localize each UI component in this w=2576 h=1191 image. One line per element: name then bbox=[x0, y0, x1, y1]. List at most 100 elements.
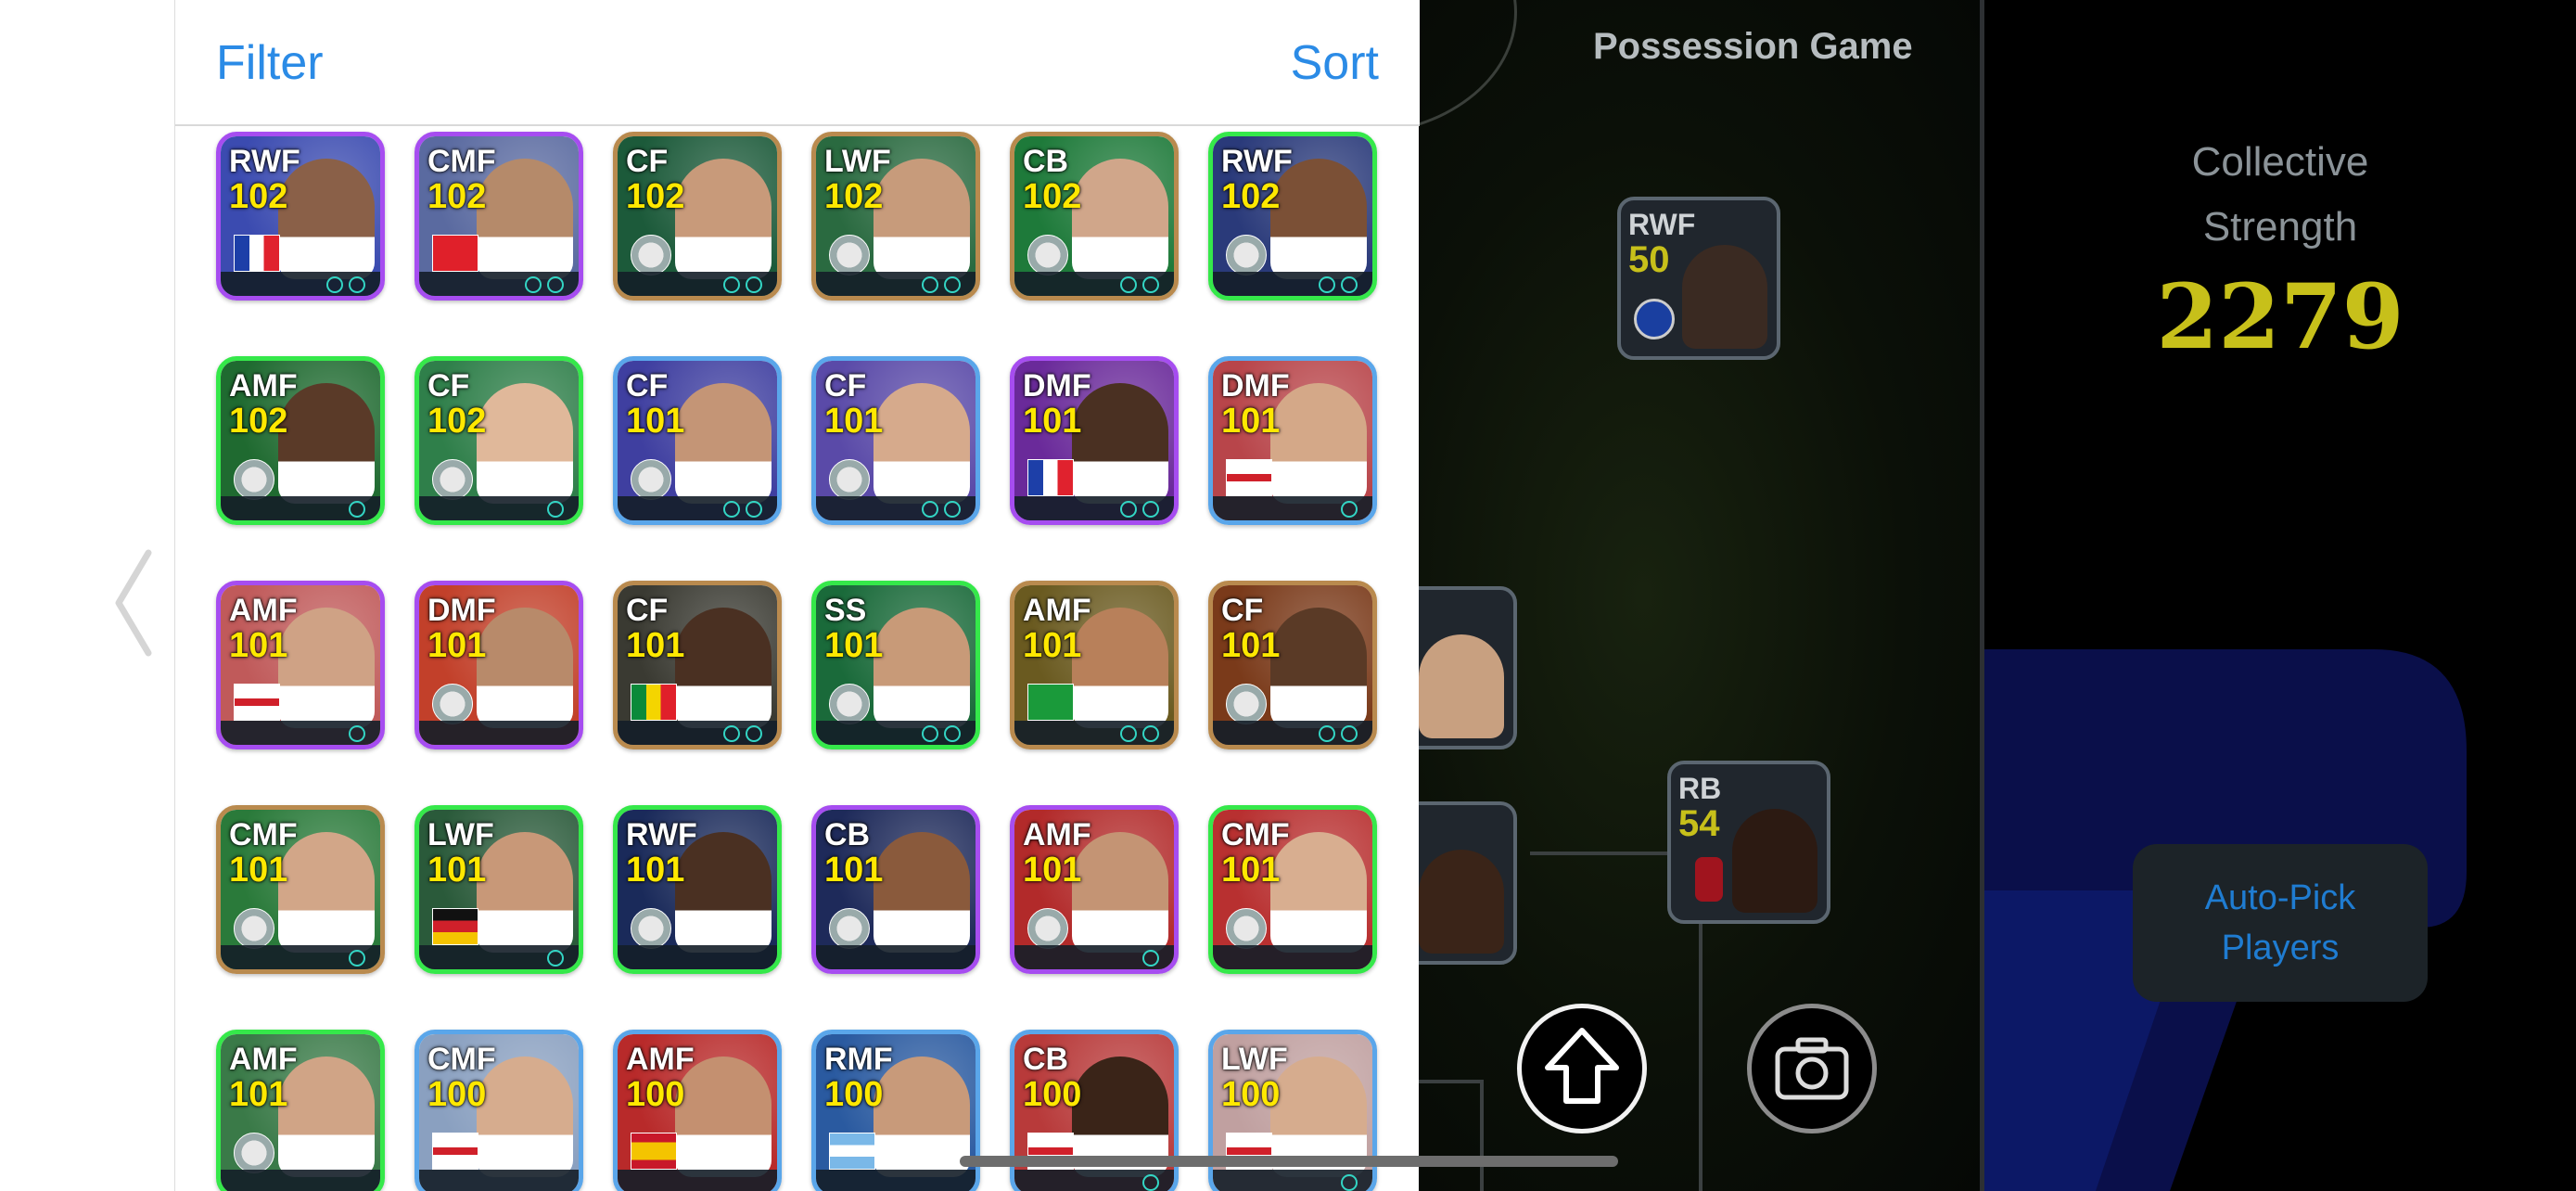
card-skill-bar bbox=[618, 496, 777, 520]
player-card[interactable]: RWF 102 bbox=[1208, 132, 1377, 301]
player-photo bbox=[1072, 159, 1168, 279]
pitch: Possession Game RWF 50 RB 54 bbox=[1419, 0, 1980, 1191]
club-crest-icon bbox=[1695, 857, 1723, 902]
player-card[interactable]: RWF 101 bbox=[613, 805, 782, 974]
player-card[interactable]: CF 102 bbox=[613, 132, 782, 301]
card-position: LWF bbox=[427, 817, 494, 852]
spain-flag-icon bbox=[631, 1133, 677, 1170]
card-position: CMF bbox=[427, 144, 496, 179]
player-photo bbox=[1270, 608, 1367, 728]
player-photo bbox=[1732, 809, 1817, 913]
player-card[interactable]: CF 101 bbox=[811, 356, 980, 525]
filter-button[interactable]: Filter bbox=[216, 35, 324, 91]
player-card[interactable]: DMF 101 bbox=[414, 581, 583, 749]
formation-slot-rb[interactable]: RB 54 bbox=[1667, 761, 1830, 924]
card-skill-bar bbox=[419, 1170, 579, 1191]
player-card[interactable]: CMF 100 bbox=[414, 1030, 583, 1191]
card-position: CF bbox=[824, 368, 867, 403]
skill-chip-icon bbox=[723, 501, 740, 518]
sort-button[interactable]: Sort bbox=[1291, 35, 1379, 91]
player-card[interactable]: CF 101 bbox=[613, 581, 782, 749]
card-rating: 102 bbox=[824, 177, 884, 216]
strength-label-line2: Strength bbox=[2202, 204, 2358, 250]
player-card[interactable]: AMF 101 bbox=[1010, 581, 1179, 749]
home-indicator bbox=[960, 1156, 1618, 1167]
player-card[interactable]: AMF 101 bbox=[1010, 805, 1179, 974]
card-skill-bar bbox=[1014, 496, 1174, 520]
player-card[interactable]: DMF 101 bbox=[1208, 356, 1377, 525]
card-skill-bar bbox=[618, 721, 777, 745]
camera-button[interactable] bbox=[1747, 1004, 1877, 1133]
player-card[interactable]: CB 102 bbox=[1010, 132, 1179, 301]
card-position: DMF bbox=[1023, 368, 1091, 403]
card-skill-bar bbox=[816, 945, 976, 969]
card-skill-bar bbox=[1213, 1170, 1372, 1191]
chevron-left-icon[interactable] bbox=[109, 547, 156, 659]
player-card[interactable]: SS 101 bbox=[811, 581, 980, 749]
player-card[interactable]: CMF 102 bbox=[414, 132, 583, 301]
player-card[interactable]: LWF 101 bbox=[414, 805, 583, 974]
card-rating: 102 bbox=[427, 402, 487, 441]
france-flag-icon bbox=[1027, 459, 1074, 496]
player-card[interactable]: CF 101 bbox=[1208, 581, 1377, 749]
player-card[interactable]: CF 101 bbox=[613, 356, 782, 525]
pitch-line bbox=[1699, 918, 1702, 1191]
card-skill-bar bbox=[1014, 272, 1174, 296]
england-flag-icon bbox=[234, 684, 280, 721]
card-skill-bar bbox=[1213, 945, 1372, 969]
player-photo bbox=[874, 608, 970, 728]
player-card[interactable]: DMF 101 bbox=[1010, 356, 1179, 525]
card-skill-bar bbox=[221, 945, 380, 969]
card-position: AMF bbox=[229, 368, 298, 403]
card-position: CF bbox=[626, 368, 669, 403]
player-card[interactable]: AMF 102 bbox=[216, 356, 385, 525]
formation-slot-rwf[interactable]: RWF 50 bbox=[1617, 197, 1780, 360]
argentina-flag-icon bbox=[829, 1133, 875, 1170]
player-card[interactable]: AMF 100 bbox=[613, 1030, 782, 1191]
skill-chip-icon bbox=[326, 276, 343, 293]
card-rating: 101 bbox=[1221, 851, 1281, 890]
player-card[interactable]: AMF 101 bbox=[216, 581, 385, 749]
card-skill-bar bbox=[419, 721, 579, 745]
player-card[interactable]: CF 102 bbox=[414, 356, 583, 525]
skill-chip-icon bbox=[922, 276, 938, 293]
player-card[interactable]: AMF 101 bbox=[216, 1030, 385, 1191]
skill-chip-icon bbox=[547, 950, 564, 967]
player-card[interactable]: CMF 101 bbox=[216, 805, 385, 974]
card-skill-bar bbox=[816, 272, 976, 296]
player-card[interactable]: CB 101 bbox=[811, 805, 980, 974]
player-photo bbox=[477, 383, 573, 504]
card-position: CF bbox=[626, 593, 669, 628]
skill-chip-icon bbox=[1120, 501, 1137, 518]
skill-chip-icon bbox=[944, 725, 961, 742]
player-card-grid: RWF 102 CMF 102 CF 102 LWF 102 CB 102 RWF 102 AMF 102… bbox=[175, 0, 1420, 1191]
card-position: AMF bbox=[229, 1042, 298, 1077]
card-rating: 101 bbox=[229, 1075, 288, 1114]
player-card[interactable]: RMF 100 bbox=[811, 1030, 980, 1191]
slot-rating: 50 bbox=[1628, 239, 1670, 280]
formation-slot-partial[interactable] bbox=[1419, 801, 1517, 965]
france-flag-icon bbox=[234, 235, 280, 272]
senegal-flag-icon bbox=[631, 684, 677, 721]
skill-chip-icon bbox=[547, 276, 564, 293]
card-rating: 100 bbox=[626, 1075, 685, 1114]
auto-pick-players-button[interactable]: Auto-Pick Players bbox=[2133, 844, 2428, 1002]
card-rating: 101 bbox=[1023, 626, 1082, 665]
side-panel: Collective Strength 2279 Auto-Pick Playe… bbox=[1984, 0, 2576, 1191]
skill-chip-icon bbox=[349, 725, 365, 742]
skill-chip-icon bbox=[349, 950, 365, 967]
card-position: AMF bbox=[1023, 593, 1091, 628]
player-card[interactable]: CMF 101 bbox=[1208, 805, 1377, 974]
player-card[interactable]: RWF 102 bbox=[216, 132, 385, 301]
card-rating: 101 bbox=[1221, 626, 1281, 665]
skill-chip-icon bbox=[723, 725, 740, 742]
card-position: RMF bbox=[824, 1042, 893, 1077]
player-list-panel: RWF 102 CMF 102 CF 102 LWF 102 CB 102 RWF 102 AMF 102… bbox=[174, 0, 1420, 1191]
formation-slot-partial[interactable] bbox=[1419, 586, 1517, 749]
player-card[interactable]: LWF 102 bbox=[811, 132, 980, 301]
club-crest-icon bbox=[631, 235, 671, 275]
card-position: RWF bbox=[626, 817, 697, 852]
game-area: Possession Game RWF 50 RB 54 Collective … bbox=[1419, 0, 2576, 1191]
upload-button[interactable] bbox=[1517, 1004, 1647, 1133]
club-crest-icon bbox=[829, 235, 870, 275]
